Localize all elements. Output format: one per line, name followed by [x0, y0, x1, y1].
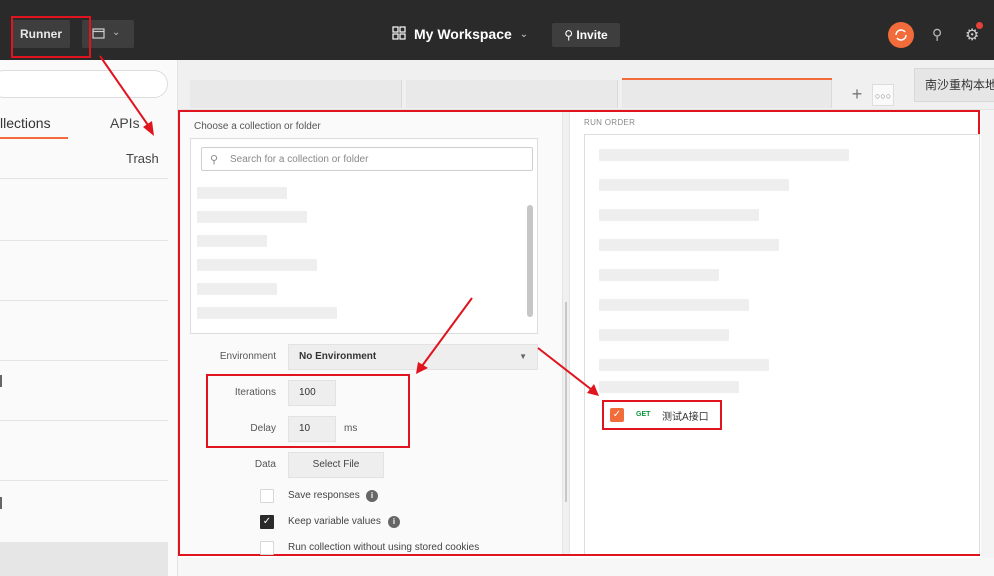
run-order-list [584, 134, 980, 554]
request-tab[interactable] [622, 80, 832, 108]
notification-badge [976, 22, 983, 29]
collection-search[interactable]: ⚲ [201, 147, 533, 171]
environment-value: No Environment [299, 351, 377, 362]
choose-collection-label: Choose a collection or folder [194, 121, 321, 132]
invite-label: Invite [576, 28, 608, 42]
divider [0, 240, 168, 241]
run-order-pane: RUN ORDER ✓ GET 测试A接口 [584, 112, 982, 554]
collection-item[interactable] [197, 283, 277, 295]
run-order-item[interactable]: ✓ GET 测试A接口 [602, 400, 722, 430]
chevron-down-icon: ⌄ [519, 28, 529, 40]
list-item[interactable] [599, 239, 779, 251]
collection-item[interactable] [197, 307, 337, 319]
collection-list-scrollbar[interactable] [527, 205, 533, 317]
new-window-button[interactable]: ⌄ [82, 20, 134, 48]
list-item[interactable] [599, 209, 759, 221]
environment-tab[interactable]: 南沙重构本地 [914, 68, 994, 102]
environment-label: Environment [219, 351, 276, 362]
invite-button[interactable]: ⚲ Invite [552, 23, 620, 47]
collection-item[interactable] [197, 187, 287, 199]
chevron-down-icon: ⌄ [112, 27, 121, 38]
active-tab-indicator [0, 137, 68, 139]
request-name: 测试A接口 [662, 412, 709, 423]
environment-select[interactable]: No Environment ▼ [288, 344, 538, 370]
collection-marker [0, 375, 2, 387]
more-tabs-button[interactable]: ○○○ [872, 84, 894, 106]
request-tab[interactable] [190, 80, 402, 108]
sidebar: llections APIs Trash [0, 60, 178, 576]
list-item[interactable] [599, 149, 849, 161]
grid-icon [392, 25, 406, 43]
satellite-icon[interactable]: ⚲ [932, 26, 942, 43]
active-tab-indicator [622, 78, 832, 80]
selected-collection-row[interactable] [0, 542, 168, 576]
sync-icon[interactable] [888, 22, 914, 48]
run-order-item-checkbox[interactable]: ✓ [610, 408, 624, 422]
pane-divider[interactable] [562, 112, 570, 554]
list-item[interactable] [599, 381, 739, 393]
save-responses-label: Save responses [288, 490, 360, 501]
right-edge-panel [981, 110, 994, 576]
trash-link[interactable]: Trash [126, 151, 159, 166]
select-file-button[interactable]: Select File [288, 452, 384, 478]
http-method-badge: GET [636, 411, 651, 418]
divider [0, 300, 168, 301]
annotation-highlight [206, 374, 410, 448]
divider [0, 178, 168, 179]
collection-item[interactable] [197, 211, 307, 223]
info-icon[interactable]: i [366, 490, 378, 502]
workspace-switcher[interactable]: My Workspace ⌄ [392, 22, 528, 46]
sidebar-search-input[interactable] [0, 70, 168, 98]
collection-marker [0, 497, 2, 509]
bottom-strip [178, 558, 994, 576]
keep-variable-values-label: Keep variable values [288, 516, 381, 527]
add-user-icon: ⚲ [564, 28, 574, 42]
collection-item[interactable] [197, 235, 267, 247]
list-item[interactable] [599, 179, 789, 191]
run-without-cookies-label: Run collection without using stored cook… [288, 542, 480, 553]
list-item[interactable] [599, 269, 719, 281]
list-item[interactable] [599, 299, 749, 311]
search-icon: ⚲ [210, 154, 219, 166]
request-tab-strip: + ○○○ 南沙重构本地 [178, 60, 994, 110]
divider [0, 480, 168, 481]
list-item[interactable] [599, 329, 729, 341]
list-item[interactable] [599, 359, 769, 371]
keep-variable-values-checkbox[interactable]: ✓ [260, 515, 274, 529]
divider [0, 360, 168, 361]
divider [0, 420, 168, 421]
tab-apis[interactable]: APIs [110, 115, 140, 131]
runner-config-pane: Choose a collection or folder ⚲ Environm… [180, 112, 566, 555]
collection-list[interactable]: ⚲ [190, 138, 538, 334]
pane-resize-handle[interactable] [565, 302, 567, 502]
new-tab-button[interactable]: + [846, 84, 868, 106]
info-icon[interactable]: i [388, 516, 400, 528]
collection-item[interactable] [197, 259, 317, 271]
run-order-label: RUN ORDER [584, 118, 636, 127]
run-without-cookies-checkbox[interactable] [260, 541, 274, 555]
collection-search-input[interactable] [230, 151, 526, 167]
data-label: Data [254, 459, 276, 470]
tab-collections[interactable]: llections [0, 115, 51, 131]
collection-runner-panel: Choose a collection or folder ⚲ Environm… [178, 110, 980, 556]
runner-button[interactable]: Runner [12, 20, 70, 48]
new-window-icon [92, 28, 105, 39]
top-bar: Runner ⌄ My Workspace ⌄ ⚲ Invite ⚲ ⚙ [0, 0, 994, 60]
request-tab[interactable] [406, 80, 618, 108]
dropdown-arrow-icon: ▼ [519, 352, 527, 361]
workspace-name: My Workspace [414, 26, 512, 42]
save-responses-checkbox[interactable] [260, 489, 274, 503]
